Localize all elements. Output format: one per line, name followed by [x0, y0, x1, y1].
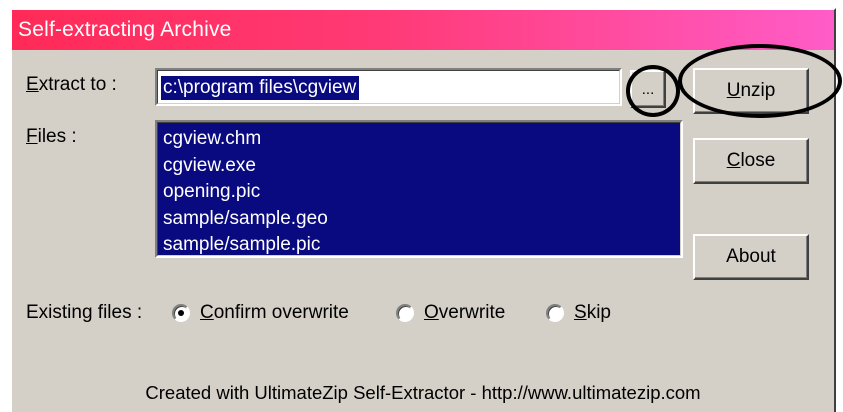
- file-item[interactable]: opening.pic: [163, 179, 328, 206]
- close-label-rest: lose: [740, 150, 776, 171]
- unzip-mnemonic: U: [726, 80, 741, 101]
- extract-to-label: Extract to :: [26, 74, 117, 96]
- extract-path-value: c:\program files\cgview: [159, 75, 361, 101]
- confirm-label-rest: onfirm overwrite: [213, 302, 349, 323]
- about-button[interactable]: About: [693, 234, 809, 280]
- existing-files-label: Existing files :: [26, 302, 143, 323]
- overwrite-mnemonic: O: [424, 302, 439, 323]
- skip-label-rest: kip: [586, 302, 611, 323]
- skip-radio[interactable]: Skip: [546, 302, 611, 324]
- confirm-mnemonic: C: [200, 302, 214, 323]
- skip-mnemonic: S: [574, 302, 587, 323]
- browse-button-label: ...: [641, 80, 655, 98]
- extract-label-rest: xtract to :: [38, 74, 117, 95]
- files-label-rest: iles :: [37, 126, 77, 147]
- title-bar[interactable]: Self-extracting Archive: [12, 10, 834, 50]
- file-item[interactable]: sample/sample.pic: [163, 232, 328, 259]
- unzip-button[interactable]: Unzip: [693, 68, 809, 114]
- footer-credit: Created with UltimateZip Self-Extractor …: [145, 382, 701, 403]
- files-label-mnemonic: F: [26, 126, 38, 147]
- unzip-button-label: Unzip: [727, 80, 776, 102]
- file-item[interactable]: sample/sample.geo: [163, 206, 328, 233]
- confirm-overwrite-label: Confirm overwrite: [200, 302, 349, 324]
- close-button[interactable]: Close: [693, 138, 809, 184]
- extract-label-mnemonic: E: [26, 74, 39, 95]
- close-mnemonic: C: [726, 150, 741, 171]
- overwrite-radio[interactable]: Overwrite: [396, 302, 505, 324]
- file-item[interactable]: cgview.chm: [163, 126, 328, 153]
- overwrite-label-rest: verwrite: [438, 302, 506, 323]
- window-title: Self-extracting Archive: [18, 18, 232, 41]
- unzip-label-rest: nzip: [740, 80, 776, 101]
- about-button-label: About: [726, 246, 776, 267]
- files-items: cgview.chm cgview.exe opening.pic sample…: [163, 126, 328, 259]
- browse-button[interactable]: ...: [630, 70, 666, 108]
- files-label: Files :: [26, 126, 77, 148]
- confirm-overwrite-radio[interactable]: Confirm overwrite: [172, 302, 349, 324]
- self-extractor-dialog: Self-extracting Archive Extract to : c:\…: [10, 8, 836, 412]
- skip-label: Skip: [574, 302, 611, 324]
- overwrite-label: Overwrite: [424, 302, 505, 324]
- radio-unselected-icon: [546, 304, 564, 322]
- extract-path-input[interactable]: c:\program files\cgview: [155, 68, 622, 106]
- close-button-label: Close: [727, 150, 776, 172]
- files-listbox[interactable]: cgview.chm cgview.exe opening.pic sample…: [155, 120, 683, 258]
- radio-unselected-icon: [396, 304, 414, 322]
- file-item[interactable]: cgview.exe: [163, 153, 328, 180]
- radio-selected-icon: [172, 304, 190, 322]
